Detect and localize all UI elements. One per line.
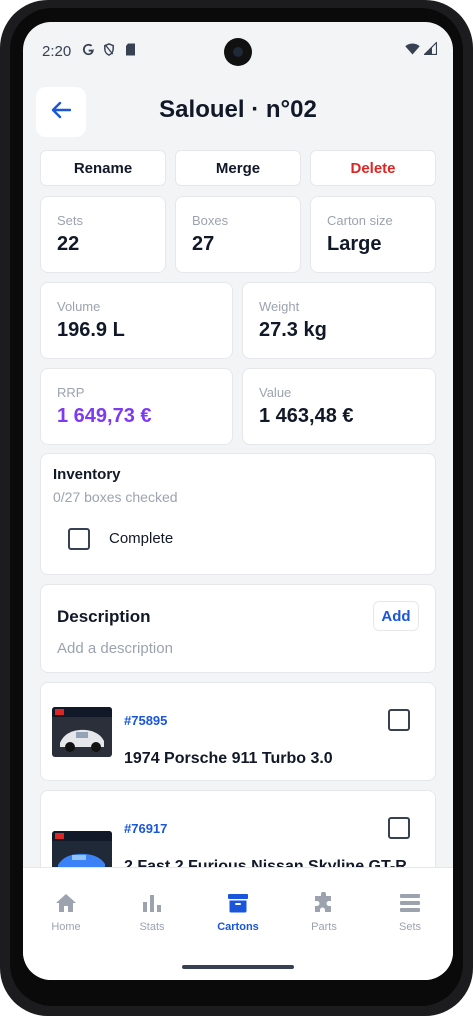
set-name: 1974 Porsche 911 Turbo 3.0 — [124, 750, 333, 767]
complete-checkbox[interactable] — [68, 528, 90, 550]
cellular-signal-icon — [423, 41, 438, 60]
stat-card-carton-size: Carton size Large — [310, 196, 436, 273]
delete-button[interactable]: Delete — [310, 150, 436, 186]
stat-value: 1 463,48 € — [259, 405, 354, 427]
nav-label: Parts — [311, 921, 337, 933]
stat-label: Boxes — [192, 213, 229, 228]
nav-item-home[interactable]: Home — [23, 890, 109, 933]
status-time: 2:20 — [42, 43, 72, 60]
nav-label: Cartons — [217, 921, 259, 933]
rename-button[interactable]: Rename — [40, 150, 166, 186]
nav-item-sets[interactable]: Sets — [367, 890, 453, 933]
stat-label: Weight — [259, 299, 300, 314]
nav-item-parts[interactable]: Parts — [281, 890, 367, 933]
stat-card-weight: Weight 27.3 kg — [242, 282, 436, 359]
set-number[interactable]: #75895 — [124, 713, 167, 728]
stat-value: Large — [327, 233, 382, 255]
stat-value: 27.3 kg — [259, 319, 327, 341]
home-indicator — [182, 965, 294, 969]
shield-icon — [102, 42, 116, 56]
set-number[interactable]: #76917 — [124, 821, 167, 836]
stat-card-boxes: Boxes 27 — [175, 196, 301, 273]
inventory-progress: 0/27 boxes checked — [53, 489, 178, 505]
stat-label: Sets — [57, 213, 84, 228]
google-icon — [81, 42, 95, 56]
stat-card-value: Value 1 463,48 € — [242, 368, 436, 445]
status-system-icons — [405, 41, 438, 60]
status-notification-icons — [81, 42, 137, 56]
stat-value: 27 — [192, 233, 215, 255]
sd-card-icon — [123, 42, 137, 56]
home-icon — [53, 890, 79, 916]
stat-card-volume: Volume 196.9 L — [40, 282, 233, 359]
inventory-title: Inventory — [53, 466, 121, 483]
set-box-image — [52, 707, 112, 757]
stat-label: Carton size — [327, 213, 393, 228]
bar-chart-icon — [139, 890, 165, 916]
description-placeholder: Add a description — [57, 640, 173, 657]
wifi-icon — [405, 42, 420, 60]
stat-label: RRP — [57, 385, 85, 400]
page-title: Salouel · n°02 — [159, 96, 317, 123]
merge-button[interactable]: Merge — [175, 150, 301, 186]
stat-value: 22 — [57, 233, 80, 255]
complete-label: Complete — [109, 530, 174, 547]
nav-label: Stats — [139, 921, 165, 933]
nav-item-stats[interactable]: Stats — [109, 890, 195, 933]
nav-label: Sets — [398, 921, 421, 933]
status-bar: 2:20 — [23, 22, 453, 80]
description-title: Description — [57, 607, 151, 626]
set-checked-checkbox[interactable] — [388, 709, 410, 731]
front-camera — [224, 38, 252, 66]
stack-icon — [397, 890, 423, 916]
inventory-card: Inventory 0/27 boxes checked Complete — [40, 453, 436, 575]
action-buttons: Rename Merge Delete — [40, 150, 436, 186]
stat-value: 196.9 L — [57, 319, 125, 341]
puzzle-icon — [311, 890, 337, 916]
set-list-item[interactable]: #75895 1974 Porsche 911 Turbo 3.0 — [40, 682, 436, 781]
archive-box-icon — [225, 890, 251, 916]
stat-label: Volume — [57, 299, 101, 314]
bottom-navigation: Home Stats Cartons Parts Sets — [23, 867, 453, 980]
add-description-button[interactable]: Add — [373, 601, 419, 631]
stat-card-sets: Sets 22 — [40, 196, 166, 273]
stat-value: 1 649,73 € — [57, 405, 152, 427]
nav-label: Home — [51, 921, 81, 933]
nav-item-cartons[interactable]: Cartons — [195, 890, 281, 933]
stat-label: Value — [259, 385, 292, 400]
description-card: Description Add a description Add — [40, 584, 436, 673]
set-checked-checkbox[interactable] — [388, 817, 410, 839]
app-screen: 2:20 Salouel · n°02 Rename Merge Delete … — [23, 22, 453, 980]
stat-card-rrp: RRP 1 649,73 € — [40, 368, 233, 445]
